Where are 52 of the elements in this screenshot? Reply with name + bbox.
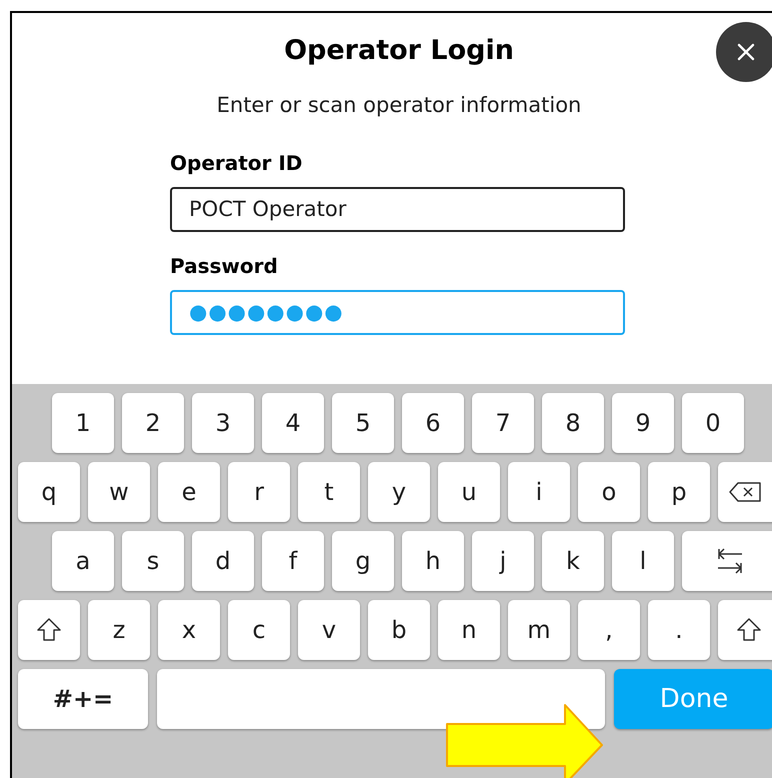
keyboard-key[interactable]: a <box>52 531 114 591</box>
keyboard-key[interactable]: w <box>88 462 150 522</box>
keyboard-key[interactable]: o <box>578 462 640 522</box>
keyboard-key[interactable]: 4 <box>262 393 324 453</box>
shift-icon <box>36 617 62 643</box>
shift-icon <box>736 617 762 643</box>
keyboard-key[interactable]: . <box>648 600 710 660</box>
tab-key[interactable] <box>682 531 772 591</box>
keyboard-key[interactable]: h <box>402 531 464 591</box>
backspace-key[interactable] <box>718 462 772 522</box>
keyboard-key[interactable]: e <box>158 462 220 522</box>
tab-icon <box>716 547 744 575</box>
symbols-key[interactable]: #+= <box>18 669 148 729</box>
field-label: Password <box>170 253 279 280</box>
keyboard-key[interactable]: f <box>262 531 324 591</box>
keyboard-key[interactable]: , <box>578 600 640 660</box>
keyboard-key[interactable]: 0 <box>682 393 744 453</box>
keyboard-key[interactable]: d <box>192 531 254 591</box>
dialog-subtitle: Enter or scan operator information <box>216 92 582 119</box>
keyboard-key[interactable]: 2 <box>122 393 184 453</box>
keyboard-key[interactable]: 9 <box>612 393 674 453</box>
keyboard-key[interactable]: 3 <box>192 393 254 453</box>
input-field[interactable]: POCT Operator <box>170 187 625 232</box>
keyboard-key[interactable]: m <box>508 600 570 660</box>
keyboard-key[interactable]: g <box>332 531 394 591</box>
shift-key[interactable] <box>18 600 80 660</box>
keyboard-key[interactable]: v <box>298 600 360 660</box>
keyboard-key[interactable]: s <box>122 531 184 591</box>
keyboard-key[interactable]: i <box>508 462 570 522</box>
keyboard-key[interactable]: n <box>438 600 500 660</box>
keyboard-key[interactable]: u <box>438 462 500 522</box>
keyboard-key[interactable]: p <box>648 462 710 522</box>
shift-key[interactable] <box>718 600 772 660</box>
backspace-icon <box>728 481 762 503</box>
keyboard-key[interactable]: r <box>228 462 290 522</box>
keyboard-key[interactable]: 6 <box>402 393 464 453</box>
keyboard-key[interactable]: 8 <box>542 393 604 453</box>
keyboard-key[interactable]: c <box>228 600 290 660</box>
keyboard-key[interactable]: 1 <box>52 393 114 453</box>
keyboard-key[interactable]: 5 <box>332 393 394 453</box>
keyboard-key[interactable]: x <box>158 600 220 660</box>
keyboard-key[interactable]: z <box>88 600 150 660</box>
keyboard-key[interactable]: t <box>298 462 360 522</box>
keyboard-key[interactable]: l <box>612 531 674 591</box>
keyboard-key[interactable]: y <box>368 462 430 522</box>
keyboard-key[interactable]: q <box>18 462 80 522</box>
field-label: Operator ID <box>170 150 304 177</box>
keyboard-key[interactable]: 7 <box>472 393 534 453</box>
dialog-title: Operator Login <box>284 34 514 68</box>
keyboard-key[interactable]: j <box>472 531 534 591</box>
keyboard-key[interactable]: b <box>368 600 430 660</box>
keyboard-key[interactable]: k <box>542 531 604 591</box>
